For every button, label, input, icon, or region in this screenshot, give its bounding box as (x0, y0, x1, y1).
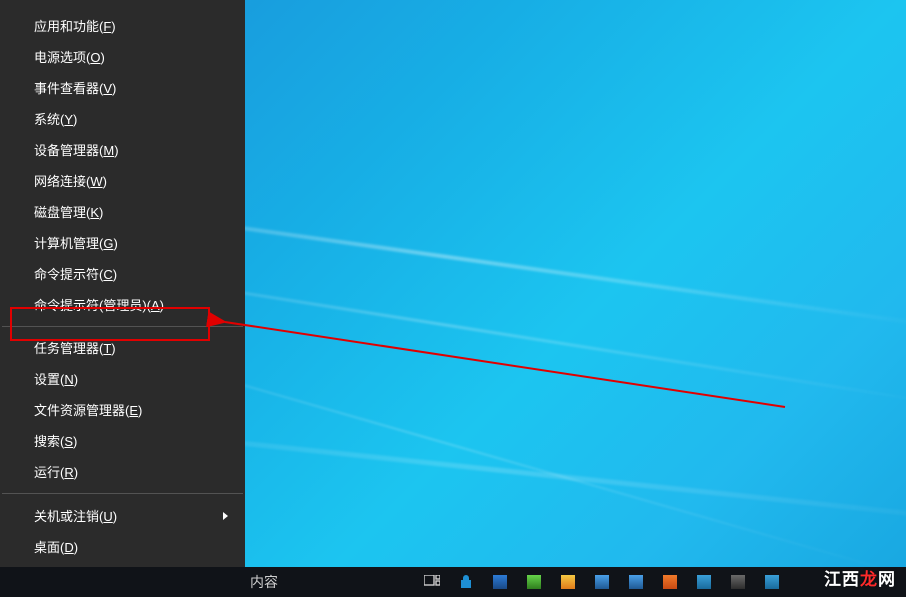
menu-label: 命令提示符(C) (34, 264, 117, 283)
menu-label: 运行(R) (34, 462, 78, 481)
taskbar-app-icon[interactable] (520, 571, 548, 593)
menu-item-computer-management[interactable]: 计算机管理(G) (1, 227, 244, 258)
menu-label: 命令提示符(管理员)(A) (34, 295, 164, 314)
menu-label: 应用和功能(F) (34, 16, 116, 35)
menu-item-disk-management[interactable]: 磁盘管理(K) (1, 196, 244, 227)
taskbar-app-icon[interactable] (622, 571, 650, 593)
menu-label: 网络连接(W) (34, 171, 107, 190)
menu-label: 设置(N) (34, 369, 78, 388)
menu-item-apps-features[interactable]: 应用和功能(F) (1, 10, 244, 41)
menu-label: 搜索(S) (34, 431, 77, 450)
menu-item-command-prompt[interactable]: 命令提示符(C) (1, 258, 244, 289)
menu-label: 文件资源管理器(E) (34, 400, 142, 419)
menu-separator (2, 326, 243, 327)
menu-label: 关机或注销(U) (34, 506, 117, 525)
chevron-right-icon (223, 512, 228, 520)
taskbar-app-icon[interactable] (690, 571, 718, 593)
taskbar[interactable]: 内容 (0, 567, 906, 597)
menu-item-desktop[interactable]: 桌面(D) (1, 531, 244, 562)
watermark: 江西龙网 (818, 562, 902, 593)
menu-item-command-prompt-admin[interactable]: 命令提示符(管理员)(A) (1, 289, 244, 320)
taskbar-app-icon[interactable] (486, 571, 514, 593)
menu-item-power-options[interactable]: 电源选项(O) (1, 41, 244, 72)
menu-label: 系统(Y) (34, 109, 77, 128)
menu-item-file-explorer[interactable]: 文件资源管理器(E) (1, 394, 244, 425)
menu-label: 磁盘管理(K) (34, 202, 103, 221)
menu-item-system[interactable]: 系统(Y) (1, 103, 244, 134)
menu-label: 设备管理器(M) (34, 140, 119, 159)
taskbar-app-icon[interactable] (758, 571, 786, 593)
watermark-text: 网 (878, 570, 896, 589)
taskbar-icons (418, 567, 786, 597)
menu-label: 电源选项(O) (34, 47, 105, 66)
taskbar-app-icon[interactable] (724, 571, 752, 593)
watermark-text-red: 龙 (860, 570, 878, 589)
menu-item-network-connections[interactable]: 网络连接(W) (1, 165, 244, 196)
menu-item-event-viewer[interactable]: 事件查看器(V) (1, 72, 244, 103)
menu-label: 计算机管理(G) (34, 233, 118, 252)
menu-separator (2, 493, 243, 494)
watermark-text: 江西 (824, 570, 860, 589)
menu-label: 任务管理器(T) (34, 338, 116, 357)
taskbar-app-icon[interactable] (588, 571, 616, 593)
menu-item-run[interactable]: 运行(R) (1, 456, 244, 487)
menu-item-shutdown-signout[interactable]: 关机或注销(U) (1, 500, 244, 531)
store-icon[interactable] (452, 571, 480, 593)
menu-item-device-manager[interactable]: 设备管理器(M) (1, 134, 244, 165)
menu-label: 事件查看器(V) (34, 78, 116, 97)
taskbar-app-icon[interactable] (554, 571, 582, 593)
search-box-text[interactable]: 内容 (250, 572, 278, 592)
menu-item-search[interactable]: 搜索(S) (1, 425, 244, 456)
menu-item-settings[interactable]: 设置(N) (1, 363, 244, 394)
menu-label: 桌面(D) (34, 537, 78, 556)
winx-context-menu: 应用和功能(F) 电源选项(O) 事件查看器(V) 系统(Y) 设备管理器(M)… (0, 0, 245, 568)
taskbar-app-icon[interactable] (656, 571, 684, 593)
menu-item-task-manager[interactable]: 任务管理器(T) (1, 332, 244, 363)
taskview-icon[interactable] (418, 571, 446, 593)
